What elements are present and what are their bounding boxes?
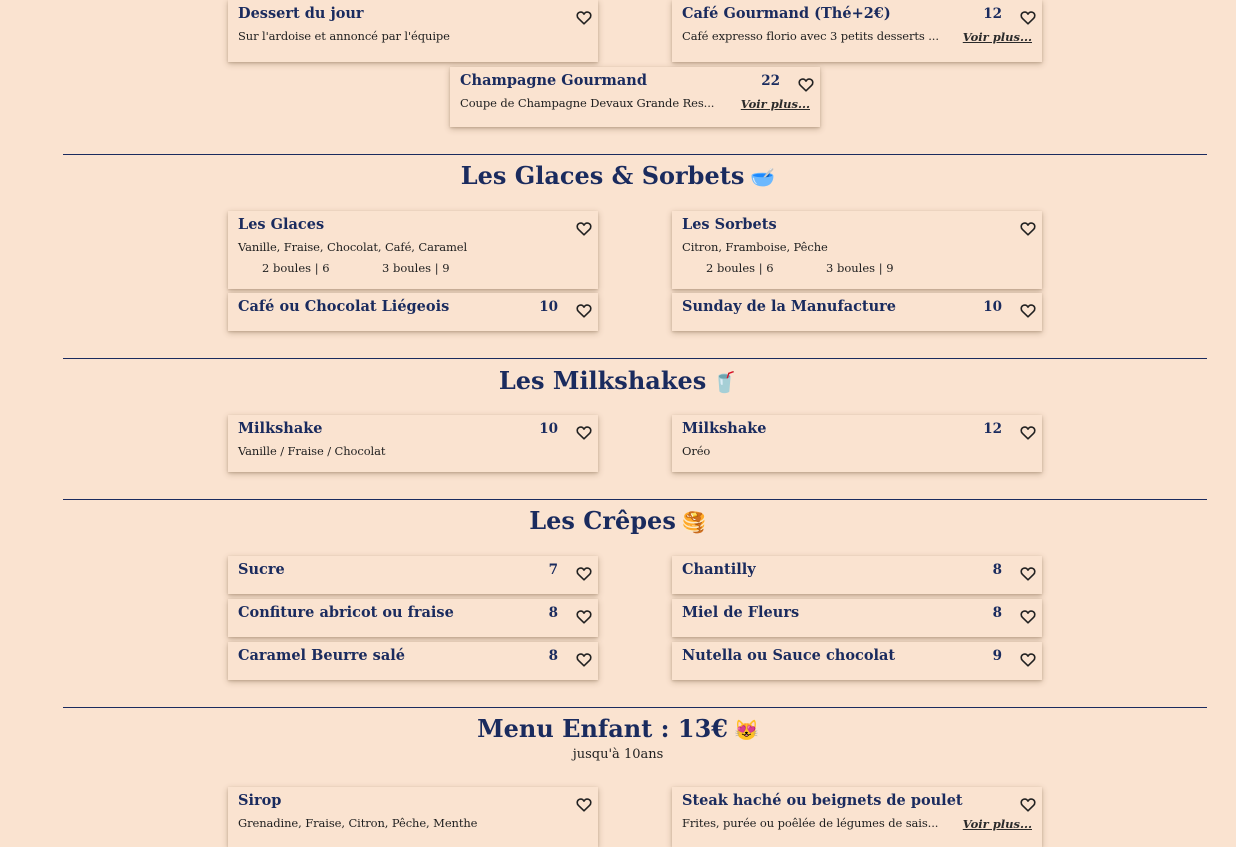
size-options: 2 boules | 6 3 boules | 9 <box>706 261 894 275</box>
item-name: Dessert du jour <box>238 5 364 22</box>
menu-item-dessert-du-jour[interactable]: Dessert du jour Sur l'ardoise et annoncé… <box>228 0 598 62</box>
item-price: 12 <box>983 421 1002 437</box>
item-price: 10 <box>983 299 1002 315</box>
heart-icon[interactable] <box>1020 221 1036 236</box>
heart-icon[interactable] <box>576 652 592 667</box>
section-title-menu-enfant: Menu Enfant : 13€ 😻 <box>0 714 1236 743</box>
see-more-link[interactable]: Voir plus... <box>963 817 1032 831</box>
heart-icon[interactable] <box>1020 303 1036 318</box>
item-name: Milkshake <box>238 420 323 437</box>
section-title-text: Menu Enfant : 13€ <box>477 714 728 743</box>
item-name: Sirop <box>238 792 282 809</box>
section-divider <box>63 707 1207 708</box>
item-name: Café Gourmand (Thé+2€) <box>682 5 891 22</box>
item-name: Confiture abricot ou fraise <box>238 604 454 621</box>
item-name: Sunday de la Manufacture <box>682 298 897 315</box>
menu-item-liegeois[interactable]: Café ou Chocolat Liégeois 10 <box>228 293 598 331</box>
item-name: Les Sorbets <box>682 216 777 233</box>
item-price: 10 <box>539 299 558 315</box>
menu-item-sirop[interactable]: Sirop Grenadine, Fraise, Citron, Pêche, … <box>228 787 598 847</box>
heart-icon[interactable] <box>1020 609 1036 624</box>
size-option-2-boules: 2 boules | 6 <box>706 261 774 275</box>
section-divider <box>63 154 1207 155</box>
section-title-glaces: Les Glaces & Sorbets 🥣 <box>0 161 1236 190</box>
item-price: 8 <box>548 648 558 664</box>
item-price: 8 <box>992 562 1002 578</box>
item-name: Café ou Chocolat Liégeois <box>238 298 450 315</box>
item-name: Milkshake <box>682 420 767 437</box>
item-name: Champagne Gourmand <box>460 72 647 89</box>
item-name: Miel de Fleurs <box>682 604 800 621</box>
size-option-3-boules: 3 boules | 9 <box>826 261 894 275</box>
item-price: 22 <box>761 73 780 89</box>
item-name: Sucre <box>238 561 285 578</box>
section-title-text: Les Glaces & Sorbets <box>460 161 745 190</box>
heart-icon[interactable] <box>1020 797 1036 812</box>
item-description: Coupe de Champagne Devaux Grande Res... <box>460 96 715 110</box>
heart-icon[interactable] <box>798 77 814 92</box>
menu-item-caramel[interactable]: Caramel Beurre salé 8 <box>228 642 598 680</box>
menu-item-sunday[interactable]: Sunday de la Manufacture 10 <box>672 293 1042 331</box>
item-description: Frites, purée ou poêlée de légumes de sa… <box>682 816 939 830</box>
item-description: Citron, Framboise, Pêche <box>682 240 828 254</box>
heart-icon[interactable] <box>576 609 592 624</box>
section-title-milkshakes: Les Milkshakes 🥤 <box>0 366 1236 395</box>
size-option-2-boules: 2 boules | 6 <box>262 261 330 275</box>
see-more-link[interactable]: Voir plus... <box>741 97 810 111</box>
heart-icon[interactable] <box>576 566 592 581</box>
section-divider <box>63 358 1207 359</box>
menu-item-les-glaces[interactable]: Les Glaces Vanille, Fraise, Chocolat, Ca… <box>228 211 598 289</box>
menu-item-les-sorbets[interactable]: Les Sorbets Citron, Framboise, Pêche 2 b… <box>672 211 1042 289</box>
menu-item-confiture[interactable]: Confiture abricot ou fraise 8 <box>228 599 598 637</box>
pancakes-icon: 🥞 <box>681 510 707 534</box>
section-title-text: Les Milkshakes <box>498 366 707 395</box>
heart-icon[interactable] <box>576 10 592 25</box>
item-name: Chantilly <box>682 561 756 578</box>
heart-icon[interactable] <box>576 221 592 236</box>
heart-icon[interactable] <box>1020 566 1036 581</box>
item-price: 10 <box>539 421 558 437</box>
size-options: 2 boules | 6 3 boules | 9 <box>262 261 450 275</box>
item-price: 9 <box>992 648 1002 664</box>
section-divider <box>63 499 1207 500</box>
see-more-link[interactable]: Voir plus... <box>963 30 1032 44</box>
item-description: Oréo <box>682 444 711 458</box>
bowl-icon: 🥣 <box>750 165 776 189</box>
item-price: 8 <box>992 605 1002 621</box>
size-option-3-boules: 3 boules | 9 <box>382 261 450 275</box>
item-name: Caramel Beurre salé <box>238 647 405 664</box>
item-description: Vanille, Fraise, Chocolat, Café, Caramel <box>238 240 468 254</box>
heart-icon[interactable] <box>576 797 592 812</box>
item-name: Les Glaces <box>238 216 325 233</box>
menu-item-chantilly[interactable]: Chantilly 8 <box>672 556 1042 594</box>
menu-item-miel[interactable]: Miel de Fleurs 8 <box>672 599 1042 637</box>
item-price: 8 <box>548 605 558 621</box>
menu-item-nutella[interactable]: Nutella ou Sauce chocolat 9 <box>672 642 1042 680</box>
heart-eyes-cat-icon: 😻 <box>734 718 759 742</box>
item-description: Vanille / Fraise / Chocolat <box>238 444 386 458</box>
item-description: Café expresso florio avec 3 petits desse… <box>682 29 939 43</box>
menu-item-milkshake-oreo[interactable]: Milkshake 12 Oréo <box>672 415 1042 472</box>
menu-item-steak[interactable]: Steak haché ou beignets de poulet Frites… <box>672 787 1042 847</box>
item-price: 12 <box>983 6 1002 22</box>
menu-item-sucre[interactable]: Sucre 7 <box>228 556 598 594</box>
heart-icon[interactable] <box>576 303 592 318</box>
heart-icon[interactable] <box>1020 425 1036 440</box>
heart-icon[interactable] <box>576 425 592 440</box>
item-name: Nutella ou Sauce chocolat <box>682 647 896 664</box>
heart-icon[interactable] <box>1020 10 1036 25</box>
cup-with-straw-icon: 🥤 <box>712 370 738 394</box>
heart-icon[interactable] <box>1020 652 1036 667</box>
section-subtitle: jusqu'à 10ans <box>572 747 664 762</box>
item-name: Steak haché ou beignets de poulet <box>682 792 963 809</box>
item-description: Sur l'ardoise et annoncé par l'équipe <box>238 29 450 43</box>
item-price: 7 <box>548 562 558 578</box>
menu-item-cafe-gourmand[interactable]: Café Gourmand (Thé+2€) 12 Café expresso … <box>672 0 1042 62</box>
section-title-text: Les Crêpes <box>529 506 676 535</box>
menu-item-milkshake-vanille[interactable]: Milkshake 10 Vanille / Fraise / Chocolat <box>228 415 598 472</box>
section-title-crepes: Les Crêpes 🥞 <box>0 506 1236 535</box>
item-description: Grenadine, Fraise, Citron, Pêche, Menthe <box>238 816 478 830</box>
menu-item-champagne-gourmand[interactable]: Champagne Gourmand 22 Coupe de Champagne… <box>450 67 820 127</box>
